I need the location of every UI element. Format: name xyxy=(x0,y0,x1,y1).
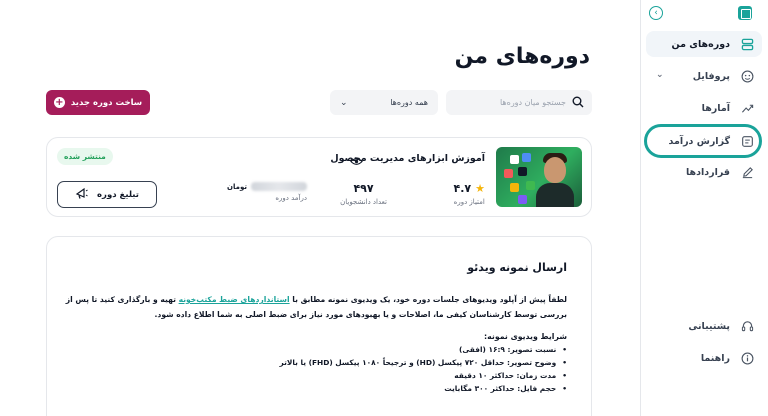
sidebar-item-help[interactable]: راهنما xyxy=(646,345,762,371)
course-thumbnail[interactable] xyxy=(496,147,582,207)
promote-course-button[interactable]: تبلیغ دوره xyxy=(57,181,157,208)
sidebar-item-profile[interactable]: پروفایل ⌄ xyxy=(646,63,762,89)
info-text-part: لطفاً پیش از آپلود ویدیوهای جلسات دوره خ… xyxy=(289,295,567,304)
list-item: مدت زمان: حداکثر ۱۰ دقیقه xyxy=(65,369,567,382)
sample-video-info-card: ارسال نمونه ویدئو لطفاً پیش از آپلود وید… xyxy=(46,236,592,416)
courses-icon xyxy=(740,37,754,51)
search-box[interactable] xyxy=(446,90,592,115)
promote-label: تبلیغ دوره xyxy=(97,189,139,200)
stats-icon xyxy=(740,101,754,115)
info-title: ارسال نمونه ویدئو xyxy=(467,261,567,274)
currency-label: تومان xyxy=(227,182,247,191)
sidebar-item-label: آمارها xyxy=(701,102,730,114)
sidebar-item-stats[interactable]: آمارها xyxy=(646,95,762,121)
search-input[interactable] xyxy=(456,98,566,107)
income-label: درآمد دوره xyxy=(275,194,307,202)
collapse-sidebar-button[interactable]: ‹ xyxy=(649,6,663,20)
help-icon xyxy=(740,351,754,365)
new-course-button[interactable]: ساخت دوره جدید + xyxy=(46,90,150,115)
instructor-image xyxy=(536,183,574,207)
chevron-down-icon[interactable]: ⌄ xyxy=(656,70,664,80)
conditions-title: شرایط ویدیوی نمونه: xyxy=(484,332,567,341)
course-card[interactable]: آموزش ابزارهای مدیریت محصول منتشر شده ★ ۴… xyxy=(46,137,592,217)
course-students: ۴۹۷ تعداد دانشجویان xyxy=(340,182,387,206)
profile-icon xyxy=(740,69,754,83)
chevron-down-icon: ⌄ xyxy=(340,97,348,108)
eye-icon[interactable] xyxy=(350,152,363,171)
sidebar-item-contracts[interactable]: قراردادها xyxy=(646,159,762,185)
sidebar-item-label: قراردادها xyxy=(685,166,730,178)
income-value-redacted xyxy=(251,182,307,191)
course-rating: ★ ۴.۷ امتیاز دوره xyxy=(454,182,485,206)
sidebar-item-label: راهنما xyxy=(700,352,730,364)
list-item: وضوح تصویر: حداقل ۷۲۰ پیکسل (HD) و ترجیح… xyxy=(65,356,567,369)
sidebar-item-label: پروفایل xyxy=(692,70,730,82)
contracts-icon xyxy=(740,165,754,179)
rating-label: امتیاز دوره xyxy=(453,198,485,206)
star-icon: ★ xyxy=(475,182,485,195)
support-icon xyxy=(740,319,754,333)
sidebar-item-label: دوره‌های من xyxy=(671,38,730,50)
status-badge: منتشر شده xyxy=(57,148,113,165)
course-income: تومان درآمد دوره xyxy=(223,182,307,202)
students-value: ۴۹۷ xyxy=(353,182,374,195)
sidebar-item-support[interactable]: پشتیبانی xyxy=(646,313,762,339)
course-filter-select[interactable]: همه دوره‌ها ⌄ xyxy=(330,90,438,115)
conditions-list: نسبت تصویر: ۱۶:۹ (افقی) وضوح تصویر: حداق… xyxy=(65,343,567,395)
info-text: لطفاً پیش از آپلود ویدیوهای جلسات دوره خ… xyxy=(65,292,567,322)
list-item: نسبت تصویر: ۱۶:۹ (افقی) xyxy=(65,343,567,356)
recording-standards-link[interactable]: استانداردهای ضبط مکتب‌خونه xyxy=(179,295,290,304)
search-icon[interactable] xyxy=(572,93,584,112)
students-label: تعداد دانشجویان xyxy=(340,198,387,206)
highlight-ring xyxy=(644,124,762,158)
sidebar: ‹ دوره‌های من پروفایل ⌄ آمارها گزارش درآ… xyxy=(640,0,768,416)
plus-icon: + xyxy=(53,97,65,108)
page-title: دوره‌های من xyxy=(454,44,590,69)
megaphone-icon xyxy=(75,186,89,203)
sidebar-item-my-courses[interactable]: دوره‌های من xyxy=(646,31,762,57)
logo-icon[interactable] xyxy=(738,6,752,20)
filter-value: همه دوره‌ها xyxy=(390,98,428,107)
rating-value: ۴.۷ xyxy=(453,182,472,195)
new-course-label: ساخت دوره جدید xyxy=(70,97,143,108)
sidebar-item-label: پشتیبانی xyxy=(688,320,730,332)
list-item: حجم فایل: حداکثر ۳۰۰ مگابایت xyxy=(65,382,567,395)
